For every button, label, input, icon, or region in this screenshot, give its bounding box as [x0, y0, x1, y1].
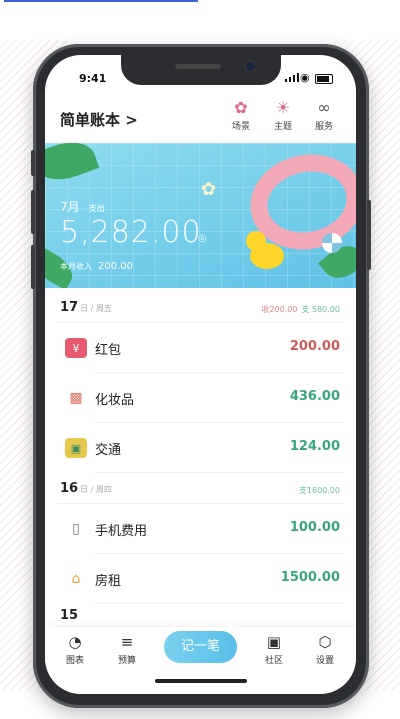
day-number: 17	[60, 300, 79, 315]
month-value: 7月	[60, 200, 80, 214]
day-number: 16	[60, 481, 79, 496]
item-name: 红包	[95, 343, 122, 358]
theme-label: 主题	[273, 122, 292, 132]
income-label: 本月收入	[60, 262, 92, 271]
day-number: 15	[60, 608, 79, 623]
service-button[interactable]: ∞ 服务	[304, 98, 344, 133]
tab-community[interactable]: ▣ 社区	[254, 633, 294, 666]
service-label: 服务	[314, 122, 333, 132]
flower-decoration: ✿	[201, 179, 217, 200]
day-header: 17 日 / 周五 收200.00 支 580.00	[45, 292, 356, 322]
home-indicator[interactable]	[155, 679, 247, 683]
chat-icon: ▣	[266, 633, 282, 651]
signal-icon	[285, 73, 299, 82]
item-name: 手机费用	[95, 524, 148, 539]
month-label: 7月 · 支出	[60, 198, 105, 215]
item-name: 房租	[95, 574, 122, 589]
phone-notch	[121, 55, 281, 85]
item-amount: 124.00	[289, 439, 340, 454]
tab-label: 社区	[264, 656, 283, 666]
monthly-summary-banner: ✿ 7月 · 支出 5,282.00 ◎ 本月收入 200.00	[45, 143, 356, 288]
status-time: 9:41	[79, 72, 107, 85]
eye-icon[interactable]: ◎	[198, 233, 207, 244]
tab-charts[interactable]: ◔ 图表	[55, 633, 95, 666]
gear-icon: ⬡	[318, 633, 332, 651]
rubber-duck-decoration	[246, 231, 284, 269]
scene-icon: ✿	[234, 98, 248, 117]
scene-label: 场景	[231, 122, 250, 132]
tab-label: 图表	[65, 656, 84, 666]
item-name: 化妆品	[95, 393, 135, 408]
volume-up-button	[31, 190, 35, 234]
bus-icon: ▣	[65, 438, 87, 458]
service-icon: ∞	[317, 98, 331, 117]
item-amount: 100.00	[289, 520, 340, 535]
item-amount: 436.00	[289, 389, 340, 404]
side-button	[31, 150, 35, 176]
income-value: 200.00	[98, 261, 133, 272]
list-item[interactable]: ▩ 化妆品 436.00	[45, 373, 356, 423]
tab-label: 预算	[117, 656, 136, 666]
day-weekday: 日 / 周四	[80, 485, 112, 494]
red-envelope-icon: ¥	[65, 338, 87, 358]
phone-screen: 9:41 ◉ 简单账本 > ✿ 场景 ☀ 主题 ∞ 服务 ✿ 7月 · 支出 5…	[45, 55, 356, 694]
monthly-expense-amount: 5,282.00	[60, 215, 202, 250]
camera-icon	[246, 62, 255, 71]
list-item[interactable]: ⌂ 房租 1500.00	[45, 554, 356, 604]
app-header: 简单账本 > ✿ 场景 ☀ 主题 ∞ 服务	[45, 91, 356, 139]
house-icon: ⌂	[71, 571, 81, 587]
day-income: 收200.00	[261, 305, 298, 314]
day-header: 15	[45, 604, 356, 624]
bottom-tab-bar: ◔ 图表 ≡ 预算 记一笔 ▣ 社区 ⬡ 设置	[45, 627, 356, 694]
item-name: 交通	[95, 443, 122, 458]
tab-budget[interactable]: ≡ 预算	[107, 633, 147, 666]
list-item[interactable]: ▣ 交通 124.00	[45, 423, 356, 473]
day-date: 16 日 / 周四	[60, 481, 112, 496]
day-expense: 支 580.00	[301, 305, 340, 314]
tab-settings[interactable]: ⬡ 设置	[305, 633, 345, 666]
phone-icon: ▯	[72, 521, 80, 537]
list-item[interactable]: ¥ 红包 200.00	[45, 323, 356, 373]
volume-down-button	[31, 245, 35, 289]
day-summary: 收200.00 支 580.00	[261, 304, 340, 315]
theme-button[interactable]: ☀ 主题	[263, 98, 303, 133]
day-summary: 支1600.00	[295, 485, 340, 496]
sliders-icon: ≡	[120, 633, 134, 651]
tab-label: 设置	[315, 656, 334, 666]
transaction-list[interactable]: 17 日 / 周五 收200.00 支 580.00 ¥ 红包 200.00 ▩ 化…	[45, 292, 356, 627]
battery-icon	[315, 74, 333, 84]
list-item[interactable]: ▯ 手机费用 100.00	[45, 504, 356, 554]
day-expense: 支1600.00	[298, 486, 340, 495]
add-record-button[interactable]: 记一笔	[164, 631, 237, 663]
day-weekday: 日 / 周五	[80, 304, 112, 313]
monthly-income: 本月收入 200.00	[60, 261, 133, 272]
pie-chart-icon: ◔	[68, 633, 82, 651]
wifi-icon: ◉	[300, 71, 310, 84]
lipstick-icon: ▩	[69, 390, 83, 406]
beach-ball-decoration	[322, 233, 342, 253]
book-selector[interactable]: 简单账本 >	[60, 109, 138, 130]
scene-button[interactable]: ✿ 场景	[221, 98, 261, 133]
expense-caption: · 支出	[83, 204, 105, 213]
top-accent-line	[4, 0, 198, 2]
item-amount: 1500.00	[280, 570, 340, 585]
theme-icon: ☀	[275, 98, 291, 117]
power-button	[367, 200, 371, 270]
item-amount: 200.00	[289, 339, 340, 354]
day-date: 17 日 / 周五	[60, 300, 112, 315]
day-header: 16 日 / 周四 支1600.00	[45, 473, 356, 503]
